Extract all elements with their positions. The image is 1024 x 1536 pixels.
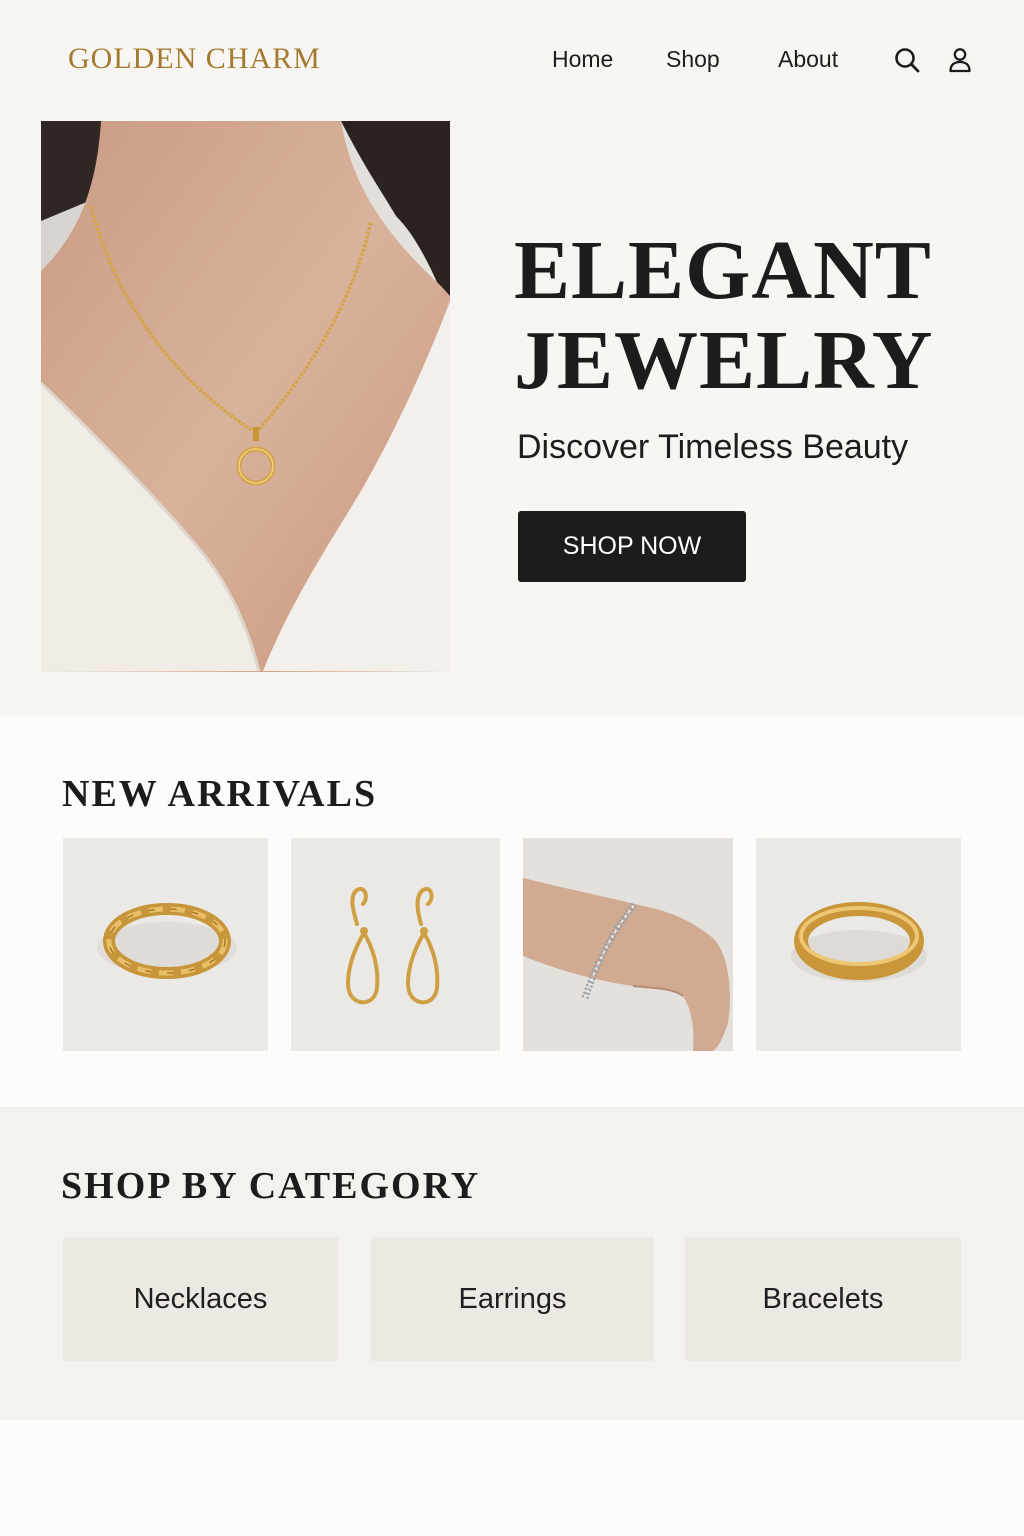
- user-icon[interactable]: [946, 46, 974, 74]
- nav-home-link[interactable]: Home: [552, 46, 613, 73]
- hero-necklace-image: [41, 121, 450, 672]
- main-nav: Home Shop About: [0, 46, 1024, 76]
- search-icon[interactable]: [893, 46, 921, 74]
- category-earrings[interactable]: Earrings: [371, 1237, 654, 1361]
- new-arrivals-title: NEW ARRIVALS: [62, 773, 378, 815]
- hero-section: GOLDEN CHARM Home Shop About ELEGANT JEW…: [0, 0, 1024, 715]
- category-bracelets[interactable]: Bracelets: [685, 1237, 961, 1361]
- hero-title-line2: JEWELRY: [514, 314, 934, 407]
- product-card-gold-band[interactable]: [756, 838, 961, 1051]
- product-card-teardrop-earrings[interactable]: [291, 838, 500, 1051]
- twisted-ring-image: [63, 838, 268, 1051]
- shop-now-button[interactable]: SHOP NOW: [518, 511, 746, 582]
- bracelet-image: [523, 838, 733, 1051]
- hero-subtitle: Discover Timeless Beauty: [517, 428, 909, 466]
- product-card-bracelet[interactable]: [523, 838, 733, 1051]
- category-title: SHOP BY CATEGORY: [61, 1165, 481, 1207]
- category-label: Bracelets: [762, 1282, 884, 1315]
- gold-band-image: [756, 838, 961, 1051]
- nav-about-link[interactable]: About: [778, 46, 838, 73]
- new-arrivals-section: NEW ARRIVALS: [0, 715, 1024, 1107]
- product-card-twisted-ring[interactable]: [63, 838, 268, 1051]
- hero-title: ELEGANT JEWELRY: [514, 226, 974, 406]
- category-necklaces[interactable]: Necklaces: [63, 1237, 338, 1361]
- hero-title-line1: ELEGANT: [514, 224, 932, 317]
- footer-area: [0, 1420, 1024, 1536]
- category-label: Necklaces: [133, 1282, 268, 1315]
- teardrop-earrings-image: [291, 838, 500, 1051]
- category-section: SHOP BY CATEGORY Necklaces Earrings Brac…: [0, 1107, 1024, 1420]
- category-label: Earrings: [458, 1282, 567, 1315]
- nav-shop-link[interactable]: Shop: [666, 46, 720, 73]
